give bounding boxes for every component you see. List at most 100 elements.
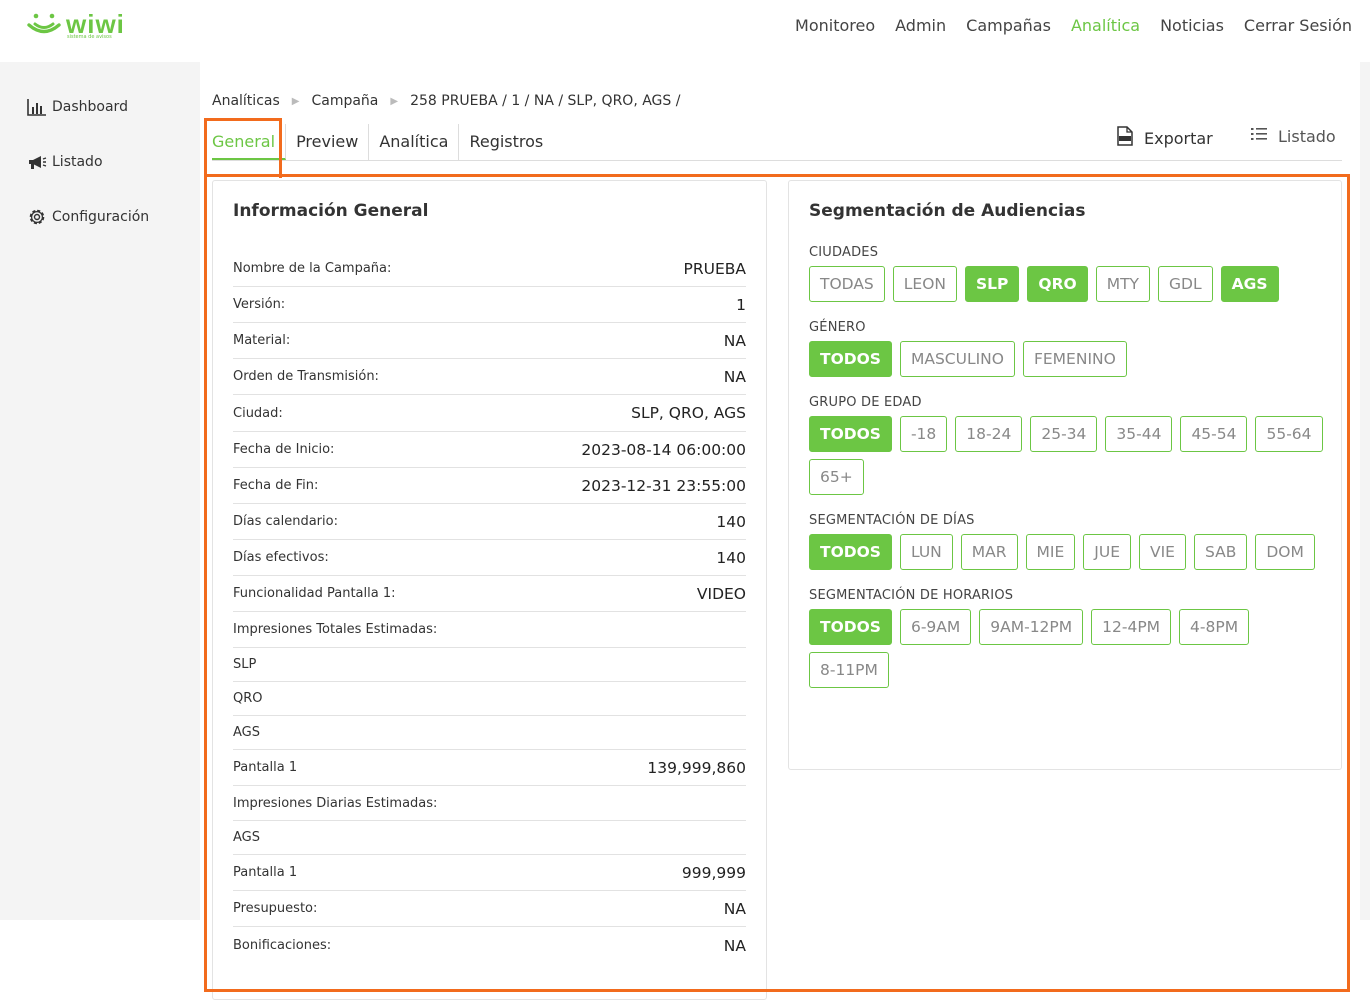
info-row-label: Funcionalidad Pantalla 1: xyxy=(233,586,396,601)
tab-registros[interactable]: Registros xyxy=(459,124,553,160)
info-row: Material: NA xyxy=(233,323,746,359)
info-row: Fecha de Fin: 2023-12-31 23:55:00 xyxy=(233,468,746,504)
filter-chip[interactable]: DOM xyxy=(1255,534,1315,570)
info-row: Fecha de Inicio: 2023-08-14 06:00:00 xyxy=(233,432,746,468)
info-row-label: Bonificaciones: xyxy=(233,938,332,953)
info-row-value: SLP, QRO, AGS xyxy=(631,404,746,422)
info-row-label: Material: xyxy=(233,333,291,348)
segment-group-title: SEGMENTACIÓN DE HORARIOS xyxy=(809,588,1014,603)
info-row-value: 2023-12-31 23:55:00 xyxy=(581,476,746,495)
filter-chip[interactable]: 18-24 xyxy=(955,416,1023,452)
info-rows: Nombre de la Campaña: PRUEBA Versión: 1 Mate… xyxy=(233,251,746,964)
filter-chip[interactable]: LEON xyxy=(892,266,958,302)
filter-chip[interactable]: 65+ xyxy=(809,459,864,495)
info-row-label: Impresiones Diarias Estimadas: xyxy=(233,795,438,811)
wiwi-logo[interactable]: wiwi sistema de avisos xyxy=(26,9,136,42)
filter-chip[interactable]: 8-11PM xyxy=(809,652,889,688)
nav-campanas[interactable]: Campañas xyxy=(966,16,1051,35)
filter-chip[interactable]: FEMENINO xyxy=(1022,341,1127,377)
filter-chip[interactable]: TODOS xyxy=(809,609,892,645)
info-row-label: SLP xyxy=(233,657,257,672)
filter-chip[interactable]: JUE xyxy=(1083,534,1131,570)
nav-cerrar-sesion[interactable]: Cerrar Sesión xyxy=(1244,16,1352,35)
chip-group: TODOS -18 18-24 25-34 35-44 45-54 55-64 65+ xyxy=(809,416,1329,495)
info-row: Días efectivos: 140 xyxy=(233,540,746,576)
filter-chip[interactable]: MIE xyxy=(1025,534,1076,570)
top-header: wiwi sistema de avisos Monitoreo Admin C… xyxy=(0,0,1370,62)
tab-preview[interactable]: Preview xyxy=(286,124,370,160)
info-row-label: Días efectivos: xyxy=(233,550,329,565)
tab-general[interactable]: General xyxy=(212,124,287,160)
filter-chip[interactable]: 6-9AM xyxy=(899,609,972,645)
sidebar-item-label: Listado xyxy=(52,154,103,170)
filter-chip[interactable]: SAB xyxy=(1193,534,1248,570)
filter-chip[interactable]: TODOS xyxy=(809,534,892,570)
info-row-label: QRO xyxy=(233,691,263,706)
info-row-label: Días calendario: xyxy=(233,514,338,529)
info-row-label: Pantalla 1 xyxy=(233,865,298,880)
nav-analitica[interactable]: Analítica xyxy=(1071,16,1140,35)
filter-chip[interactable]: MAR xyxy=(960,534,1018,570)
tab-divider xyxy=(212,160,1342,161)
nav-admin[interactable]: Admin xyxy=(895,16,946,35)
breadcrumb-campana[interactable]: Campaña xyxy=(311,93,378,109)
filter-chip[interactable]: QRO xyxy=(1027,266,1088,302)
segment-group-title: GRUPO DE EDAD xyxy=(809,395,922,410)
info-row: Pantalla 1 999,999 xyxy=(233,855,746,891)
sidebar-item-label: Dashboard xyxy=(52,99,128,115)
filter-chip[interactable]: TODOS xyxy=(809,341,892,377)
segmentation-card: Segmentación de Audiencias CIUDADES TODAS… xyxy=(788,180,1342,770)
tab-analitica[interactable]: Analítica xyxy=(369,124,460,160)
info-row: Días calendario: 140 xyxy=(233,504,746,540)
filter-chip[interactable]: 9AM-12PM xyxy=(979,609,1084,645)
filter-chip[interactable]: 35-44 xyxy=(1105,416,1173,452)
segment-group-title: CIUDADES xyxy=(809,245,879,260)
filter-chip[interactable]: AGS xyxy=(1220,266,1279,302)
info-row-label: Fecha de Inicio: xyxy=(233,442,335,457)
info-row: Pantalla 1 139,999,860 xyxy=(233,750,746,786)
filter-chip[interactable]: VIE xyxy=(1139,534,1186,570)
breadcrumb: Analíticas ▶ Campaña ▶ 258 PRUEBA / 1 / … xyxy=(212,93,680,109)
info-row-label: Orden de Transmisión: xyxy=(233,369,379,384)
info-row-label: Impresiones Totales Estimadas: xyxy=(233,622,438,637)
filter-chip[interactable]: 4-8PM xyxy=(1179,609,1250,645)
sidebar-item-dashboard[interactable]: Dashboard xyxy=(26,96,149,118)
breadcrumb-separator-icon: ▶ xyxy=(390,95,399,107)
card-title: Información General xyxy=(233,201,429,221)
filter-chip[interactable]: 45-54 xyxy=(1180,416,1248,452)
info-row-label: Versión: xyxy=(233,297,286,312)
breadcrumb-analiticas[interactable]: Analíticas xyxy=(212,93,280,109)
info-row-value: 2023-08-14 06:00:00 xyxy=(581,440,746,459)
segmentation-groups: CIUDADES TODAS LEON SLP QRO MTY GDL AGS GÉNERO TO… xyxy=(809,245,1329,706)
filter-chip[interactable]: LUN xyxy=(899,534,953,570)
chip-group: TODOS LUN MAR MIE JUE VIE SAB DOM xyxy=(809,534,1329,570)
info-row: Funcionalidad Pantalla 1: VIDEO xyxy=(233,576,746,612)
filter-chip[interactable]: 55-64 xyxy=(1255,416,1323,452)
filter-chip[interactable]: -18 xyxy=(899,416,948,452)
nav-monitoreo[interactable]: Monitoreo xyxy=(795,16,875,35)
filter-chip[interactable]: TODOS xyxy=(809,416,892,452)
nav-noticias[interactable]: Noticias xyxy=(1160,16,1224,35)
filter-chip[interactable]: SLP xyxy=(965,266,1020,302)
info-row-value: 140 xyxy=(716,512,746,531)
info-row: Bonificaciones: NA xyxy=(233,927,746,964)
list-button[interactable]: Listado xyxy=(1250,126,1336,146)
filter-chip[interactable]: 25-34 xyxy=(1030,416,1098,452)
filter-chip[interactable]: 12-4PM xyxy=(1091,609,1172,645)
filter-chip[interactable]: GDL xyxy=(1158,266,1213,302)
export-button[interactable]: Exportar xyxy=(1116,126,1213,150)
sidebar-item-listado[interactable]: Listado xyxy=(26,151,149,173)
info-row: QRO xyxy=(233,682,746,716)
bar-chart-icon xyxy=(26,97,48,117)
breadcrumb-current: 258 PRUEBA / 1 / NA / SLP, QRO, AGS / xyxy=(410,93,681,109)
info-row: Impresiones Diarias Estimadas: xyxy=(233,786,746,821)
filter-chip[interactable]: MASCULINO xyxy=(899,341,1015,377)
filter-chip[interactable]: MTY xyxy=(1095,266,1151,302)
info-row: SLP xyxy=(233,648,746,682)
segment-group-title: GÉNERO xyxy=(809,320,866,335)
filter-chip[interactable]: TODAS xyxy=(809,266,885,302)
sidebar-item-configuracion[interactable]: Configuración xyxy=(26,206,149,228)
info-row: Versión: 1 xyxy=(233,287,746,323)
info-row-value: 999,999 xyxy=(681,863,746,882)
list-label: Listado xyxy=(1278,126,1336,146)
